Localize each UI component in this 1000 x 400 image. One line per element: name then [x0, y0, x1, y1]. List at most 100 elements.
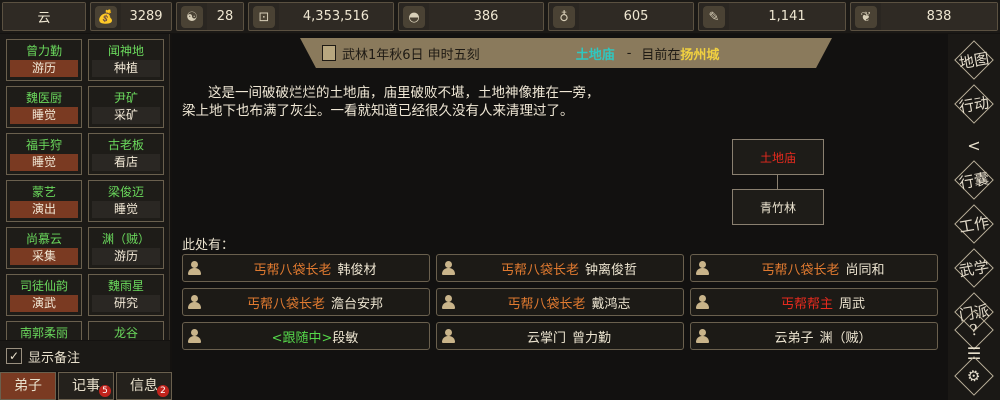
resource-karma[interactable]: ☯ 28	[176, 2, 244, 31]
npc-name: 段敏	[332, 330, 359, 346]
tab-disciples[interactable]: 弟子	[0, 372, 56, 400]
resource-karma-value: 28	[207, 3, 243, 30]
disciple-card[interactable]: 古老板 看店	[88, 133, 164, 175]
city-name: 扬州城	[680, 47, 720, 63]
resource-food[interactable]: ◓ 386	[398, 2, 544, 31]
npc-name: 韩俊材	[337, 262, 377, 278]
location-name: 土地庙	[575, 47, 615, 63]
npc-name: 渊（贼）	[819, 330, 872, 346]
resource-food-value: 386	[429, 3, 543, 30]
disciple-name: 魏雨星	[107, 279, 144, 293]
tab-journal[interactable]: 记事 5	[58, 372, 114, 400]
calendar-icon	[322, 45, 336, 61]
person-icon	[441, 261, 455, 275]
food-bowl-icon: ◓	[403, 6, 425, 28]
disciple-card[interactable]: 尹矿 采矿	[88, 86, 164, 128]
yin-yang-icon: ☯	[181, 6, 203, 28]
game-date: 武林1年秋6日 申时五刻	[342, 47, 480, 63]
current-prefix: 目前在	[641, 47, 681, 63]
npc-title: 丐帮八袋长老	[253, 262, 332, 278]
disciple-name: 渊（贼）	[101, 232, 150, 246]
disciple-activity: 演出	[10, 201, 78, 218]
menu-martial-button[interactable]: 武学	[954, 248, 994, 288]
location-view: 武林1年秋6日 申时五刻 土地庙 - 目前在扬州城 这是一间破破烂烂的土地庙，庙…	[172, 34, 948, 400]
map-node-neighbor[interactable]: 青竹林	[732, 189, 824, 225]
disciple-card[interactable]: 福手狩 睡觉	[6, 133, 82, 175]
disciple-activity: 看店	[92, 154, 160, 171]
menu-map-button[interactable]: 地图	[954, 40, 994, 80]
location-description: 这是一间破破烂烂的土地庙，庙里破败不堪，土地神像推在一旁，梁上地下也布满了灰尘。…	[182, 85, 600, 119]
disciple-card[interactable]: 梁俊迈 睡觉	[88, 180, 164, 222]
present-label: 此处有：	[182, 238, 235, 253]
disciple-card[interactable]: 龙谷	[88, 321, 164, 340]
npc-name: 钟离俊哲	[585, 262, 638, 278]
menu-bag-button[interactable]: 行囊	[954, 160, 994, 200]
map-node-current[interactable]: 土地庙	[732, 139, 824, 175]
npc-title: <跟随中>	[271, 330, 333, 346]
npc-button[interactable]: 云弟子 渊（贼）	[690, 322, 938, 350]
disciple-activity: 睡觉	[92, 201, 160, 218]
header-separator: -	[626, 45, 632, 61]
disciple-name: 蒙艺	[31, 185, 56, 199]
disciple-activity: 研究	[92, 295, 160, 312]
npc-name: 澹台安邦	[331, 296, 384, 312]
disciple-card[interactable]: 尚慕云 采集	[6, 227, 82, 269]
npc-button[interactable]: 云掌门 曾力勤	[436, 322, 684, 350]
disciple-name: 闻神地	[107, 44, 144, 58]
tab-info[interactable]: 信息 2	[116, 372, 172, 400]
resource-coin[interactable]: ⊡ 4,353,516	[248, 2, 394, 31]
disciple-card[interactable]: 魏医厨 睡觉	[6, 86, 82, 128]
disciple-activity: 采集	[10, 248, 78, 265]
npc-name: 尚同和	[845, 262, 885, 278]
sect-name: 云	[3, 3, 85, 30]
resource-medicine[interactable]: ♁ 605	[548, 2, 694, 31]
disciple-card[interactable]: 蒙艺 演出	[6, 180, 82, 222]
npc-title: 丐帮八袋长老	[246, 296, 325, 312]
disciple-name: 司徒仙韵	[19, 279, 68, 293]
show-notes-toggle[interactable]: ✓ 显示备注	[0, 341, 170, 371]
show-notes-label: 显示备注	[28, 350, 81, 366]
disciple-activity: 游历	[92, 248, 160, 265]
sect-name-badge[interactable]: 云	[2, 2, 86, 31]
npc-title: 丐帮八袋长老	[500, 262, 579, 278]
tab-disciples-label: 弟子	[14, 378, 42, 394]
disciple-name: 福手狩	[25, 138, 62, 152]
resource-money[interactable]: 💰 3289	[90, 2, 172, 31]
disciple-card[interactable]: 南郭柔丽	[6, 321, 82, 340]
main-menu: 地图 行动 < 行囊 工作 武学 门派 ? ☰ ⚙	[948, 34, 1000, 400]
bottom-tabs: 弟子 记事 5 信息 2	[0, 372, 172, 400]
disciple-name: 尚慕云	[25, 232, 62, 246]
resource-scroll[interactable]: ✎ 1,141	[698, 2, 846, 31]
disciple-card[interactable]: 曾力勤 游历	[6, 39, 82, 81]
npc-button[interactable]: 丐帮八袋长老 尚同和	[690, 254, 938, 282]
npc-title: 丐帮八袋长老	[507, 296, 586, 312]
person-icon	[187, 261, 201, 275]
disciple-activity: 采矿	[92, 107, 160, 124]
menu-map-label: 地图	[957, 49, 991, 72]
resource-herb[interactable]: ❦ 838	[850, 2, 998, 31]
info-count-badge: 2	[157, 385, 169, 397]
npc-title: 云掌门	[526, 330, 566, 346]
disciple-name: 龙谷	[113, 326, 138, 340]
disciple-name: 梁俊迈	[107, 185, 144, 199]
disciple-name: 魏医厨	[25, 91, 62, 105]
menu-work-button[interactable]: 工作	[954, 204, 994, 244]
npc-button[interactable]: 丐帮八袋长老 澹台安邦	[182, 288, 430, 316]
npc-title: 丐帮八袋长老	[761, 262, 840, 278]
menu-action-button[interactable]: 行动	[954, 84, 994, 124]
npc-button[interactable]: <跟随中> 段敏	[182, 322, 430, 350]
person-icon	[695, 329, 709, 343]
npc-button[interactable]: 丐帮八袋长老 戴鸿志	[436, 288, 684, 316]
checkmark-icon[interactable]: ✓	[6, 348, 22, 364]
disciple-card[interactable]: 渊（贼） 游历	[88, 227, 164, 269]
disciple-card[interactable]: 司徒仙韵 演武	[6, 274, 82, 316]
npc-name: 周武	[839, 296, 866, 312]
npc-button[interactable]: 丐帮帮主 周武	[690, 288, 938, 316]
menu-settings-button[interactable]: ⚙	[954, 356, 994, 396]
collapse-arrow-icon[interactable]: <	[958, 134, 990, 156]
npc-button[interactable]: 丐帮八袋长老 韩俊材	[182, 254, 430, 282]
menu-work-label: 工作	[957, 213, 991, 236]
npc-button[interactable]: 丐帮八袋长老 钟离俊哲	[436, 254, 684, 282]
disciple-card[interactable]: 魏雨星 研究	[88, 274, 164, 316]
disciple-card[interactable]: 闻神地 种植	[88, 39, 164, 81]
